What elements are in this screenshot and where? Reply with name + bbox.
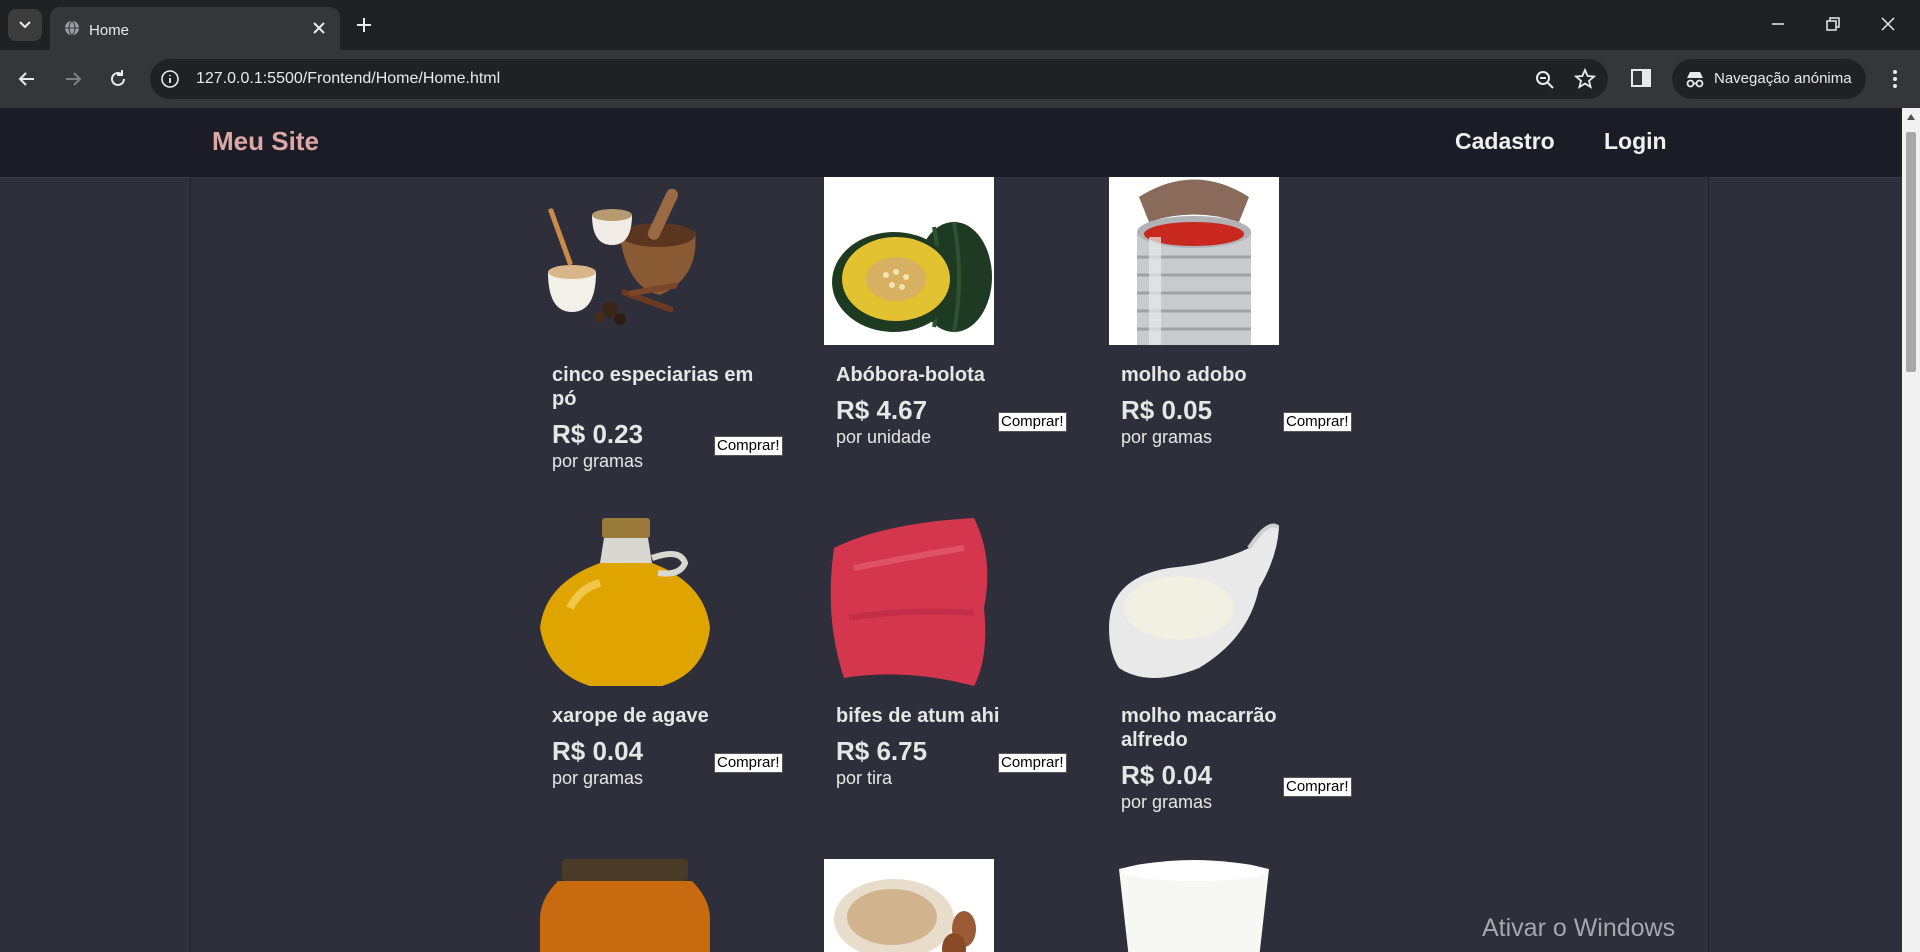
new-tab-icon[interactable] [352, 13, 376, 37]
side-panel-icon[interactable] [1630, 67, 1652, 89]
bookmark-star-icon[interactable] [1574, 68, 1596, 90]
forward-arrow-icon[interactable] [60, 66, 86, 92]
browser-toolbar: 127.0.0.1:5500/Frontend/Home/Home.html N… [0, 50, 1920, 108]
product-card: cinco especiarias em pó R$ 0.23 por gram… [540, 177, 820, 507]
product-name: xarope de agave [552, 705, 709, 727]
site-info-icon[interactable] [160, 69, 180, 89]
honey-jar-image [540, 859, 710, 952]
product-card: bifes de atum ahi R$ 6.75 por tira Compr… [824, 518, 1104, 848]
buy-button[interactable]: Comprar! [1283, 412, 1352, 432]
close-icon[interactable] [310, 19, 328, 37]
product-unit: por unidade [836, 427, 932, 447]
product-card: xarope de agave R$ 0.04 por gramas Compr… [540, 518, 820, 848]
tab-strip: Home [0, 0, 1920, 50]
scroll-up-arrow-icon[interactable] [1907, 114, 1915, 120]
page-scrollbar[interactable] [1902, 108, 1920, 952]
product-card: molho macarrão alfredo R$ 0.04 por grama… [1109, 518, 1389, 848]
product-price: R$ 6.75 [836, 736, 928, 766]
spices-image [540, 177, 710, 345]
product-name: molho adobo [1121, 364, 1247, 386]
agave-syrup-image [540, 518, 710, 686]
product-name: cinco especiarias em pó [552, 364, 754, 410]
menu-dots-icon[interactable] [1882, 66, 1908, 92]
acorn-squash-image [824, 177, 994, 345]
nav-link-cadastro[interactable]: Cadastro [1455, 128, 1555, 155]
product-price: R$ 0.05 [1121, 395, 1213, 425]
buy-button[interactable]: Comprar! [998, 412, 1067, 432]
restore-icon[interactable] [1821, 12, 1845, 36]
chevron-down-icon [19, 21, 31, 29]
product-unit: por gramas [552, 451, 644, 471]
product-price: R$ 0.04 [1121, 760, 1213, 790]
address-bar[interactable]: 127.0.0.1:5500/Frontend/Home/Home.html [150, 59, 1608, 99]
milk-glass-image [1109, 859, 1279, 952]
product-name: molho macarrão alfredo [1121, 705, 1277, 751]
incognito-icon [1686, 72, 1704, 88]
product-price: R$ 0.23 [552, 419, 644, 449]
buy-button[interactable]: Comprar! [1283, 777, 1352, 797]
tomato-can-image [1109, 177, 1279, 345]
products-container: cinco especiarias em pó R$ 0.23 por gram… [190, 177, 1709, 952]
globe-icon [65, 20, 79, 36]
tab-home[interactable]: Home [50, 7, 340, 50]
tuna-steak-image [824, 518, 994, 686]
product-unit: por gramas [1121, 427, 1213, 447]
window-close-icon[interactable] [1876, 12, 1900, 36]
brand-logo[interactable]: Meu Site [212, 126, 319, 157]
reload-icon[interactable] [105, 66, 131, 92]
product-unit: por tira [836, 768, 893, 788]
product-unit: por gramas [552, 768, 644, 788]
tab-title: Home [89, 22, 130, 39]
alfredo-sauce-image [1109, 518, 1279, 686]
minimize-icon[interactable] [1766, 12, 1790, 36]
tab-search-button[interactable] [8, 9, 42, 41]
zoom-icon[interactable] [1534, 69, 1556, 91]
nav-link-login[interactable]: Login [1604, 128, 1667, 155]
product-name: Abóbora-bolota [836, 364, 985, 386]
buy-button[interactable]: Comprar! [714, 436, 783, 456]
scroll-thumb[interactable] [1906, 132, 1916, 372]
product-card: molho adobo R$ 0.05 por gramas Comprar! [1109, 177, 1389, 507]
oats-image [824, 859, 994, 952]
windows-activation-watermark: Ativar o Windows [1482, 914, 1676, 942]
product-unit: por gramas [1121, 792, 1213, 812]
url-text[interactable]: 127.0.0.1:5500/Frontend/Home/Home.html [196, 70, 500, 88]
product-price: R$ 0.04 [552, 736, 644, 766]
product-card: Abóbora-bolota R$ 4.67 por unidade Compr… [824, 177, 1104, 507]
product-price: R$ 4.67 [836, 395, 928, 425]
product-name: bifes de atum ahi [836, 705, 1000, 727]
site-navbar: Meu Site Cadastro Login [0, 108, 1902, 178]
buy-button[interactable]: Comprar! [998, 753, 1067, 773]
incognito-label: Navegação anónima [1714, 70, 1852, 87]
page-viewport: Meu Site Cadastro Login cinco especiaria… [0, 108, 1902, 952]
incognito-indicator[interactable]: Navegação anónima [1672, 59, 1866, 99]
back-arrow-icon[interactable] [14, 66, 40, 92]
buy-button[interactable]: Comprar! [714, 753, 783, 773]
